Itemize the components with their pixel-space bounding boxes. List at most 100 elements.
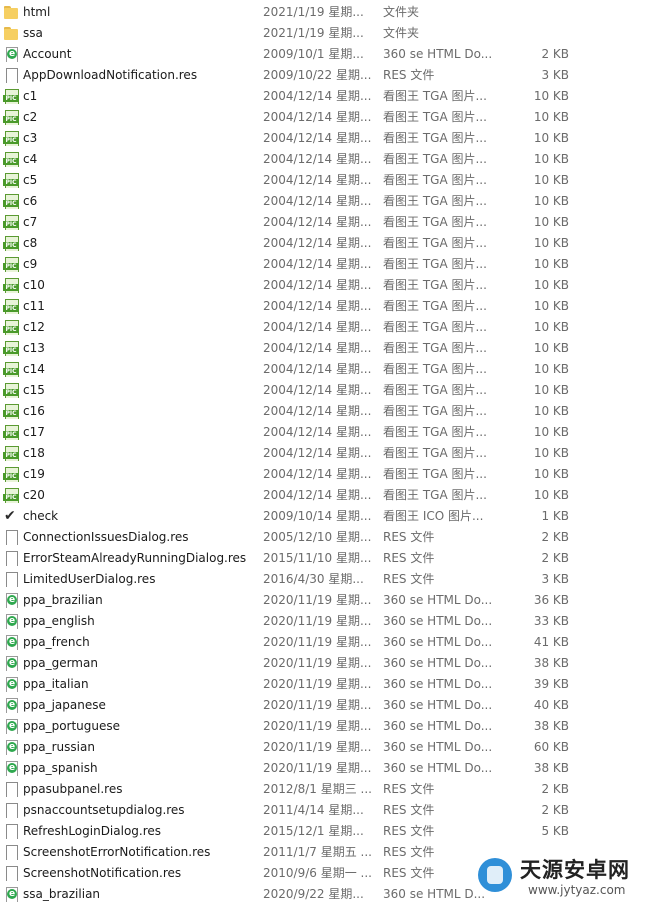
file-row[interactable]: ppa_italian 2020/11/19 星期... 360 se HTML D… bbox=[0, 674, 662, 695]
file-row[interactable]: ppa_spanish 2020/11/19 星期... 360 se HTML D… bbox=[0, 758, 662, 779]
file-name: ScreenshotErrorNotification.res bbox=[23, 845, 211, 859]
file-row[interactable]: c14 2004/12/14 星期... 看图王 TGA 图片... 10 KB bbox=[0, 359, 662, 380]
file-name: RefreshLoginDialog.res bbox=[23, 824, 162, 838]
file-size: 10 KB bbox=[533, 236, 569, 250]
file-row[interactable]: html 2021/1/19 星期... 文件夹 bbox=[0, 2, 662, 23]
file-row[interactable]: c13 2004/12/14 星期... 看图王 TGA 图片... 10 KB bbox=[0, 338, 662, 359]
file-name: ScreenshotNotification.res bbox=[23, 866, 182, 880]
file-type: RES 文件 bbox=[383, 803, 435, 817]
file-name: c19 bbox=[23, 467, 45, 481]
file-row[interactable]: c2 2004/12/14 星期... 看图王 TGA 图片... 10 KB bbox=[0, 107, 662, 128]
file-row[interactable]: c15 2004/12/14 星期... 看图王 TGA 图片... 10 KB bbox=[0, 380, 662, 401]
file-row[interactable]: ErrorSteamAlreadyRunningDialog.res 2015/1… bbox=[0, 548, 662, 569]
html-file-icon bbox=[3, 698, 19, 713]
file-row[interactable]: ppa_brazilian 2020/11/19 星期... 360 se HTML… bbox=[0, 590, 662, 611]
tga-image-icon bbox=[3, 215, 19, 230]
file-row[interactable]: AppDownloadNotification.res 2009/10/22 星期… bbox=[0, 65, 662, 86]
tga-image-icon bbox=[3, 446, 19, 461]
file-name: ppa_french bbox=[23, 635, 90, 649]
tga-image-icon bbox=[3, 173, 19, 188]
file-row[interactable]: c7 2004/12/14 星期... 看图王 TGA 图片... 10 KB bbox=[0, 212, 662, 233]
file-name: ppa_english bbox=[23, 614, 95, 628]
file-date: 2004/12/14 星期... bbox=[263, 467, 371, 481]
file-row[interactable]: c10 2004/12/14 星期... 看图王 TGA 图片... 10 KB bbox=[0, 275, 662, 296]
file-icon bbox=[3, 824, 19, 839]
file-size: 10 KB bbox=[533, 194, 569, 208]
file-row[interactable]: Account 2009/10/1 星期... 360 se HTML Do... 2… bbox=[0, 44, 662, 65]
file-row[interactable]: c17 2004/12/14 星期... 看图王 TGA 图片... 10 KB bbox=[0, 422, 662, 443]
file-date: 2004/12/14 星期... bbox=[263, 446, 371, 460]
file-type: RES 文件 bbox=[383, 782, 435, 796]
file-date: 2020/11/19 星期... bbox=[263, 677, 371, 691]
file-type: 看图王 TGA 图片... bbox=[383, 236, 487, 250]
file-type: 360 se HTML Do... bbox=[383, 761, 493, 775]
file-size: 10 KB bbox=[533, 341, 569, 355]
file-row[interactable]: c8 2004/12/14 星期... 看图王 TGA 图片... 10 KB bbox=[0, 233, 662, 254]
file-row[interactable]: check 2009/10/14 星期... 看图王 ICO 图片... 1 KB bbox=[0, 506, 662, 527]
file-row[interactable]: ppa_french 2020/11/19 星期... 360 se HTML Do… bbox=[0, 632, 662, 653]
file-row[interactable]: ppasubpanel.res 2012/8/1 星期三 ... RES 文件 2 K… bbox=[0, 779, 662, 800]
file-row[interactable]: c11 2004/12/14 星期... 看图王 TGA 图片... 10 KB bbox=[0, 296, 662, 317]
file-type: 看图王 TGA 图片... bbox=[383, 173, 487, 187]
file-row[interactable]: c18 2004/12/14 星期... 看图王 TGA 图片... 10 KB bbox=[0, 443, 662, 464]
file-row[interactable]: c16 2004/12/14 星期... 看图王 TGA 图片... 10 KB bbox=[0, 401, 662, 422]
file-row[interactable]: RefreshLoginDialog.res 2015/12/1 星期... RES… bbox=[0, 821, 662, 842]
file-size: 36 KB bbox=[533, 593, 569, 607]
html-file-icon bbox=[3, 719, 19, 734]
file-row[interactable]: psnaccountsetupdialog.res 2011/4/14 星期...… bbox=[0, 800, 662, 821]
file-name: ppa_japanese bbox=[23, 698, 106, 712]
file-row[interactable]: c19 2004/12/14 星期... 看图王 TGA 图片... 10 KB bbox=[0, 464, 662, 485]
tga-image-icon bbox=[3, 278, 19, 293]
file-row[interactable]: c5 2004/12/14 星期... 看图王 TGA 图片... 10 KB bbox=[0, 170, 662, 191]
file-row[interactable]: c6 2004/12/14 星期... 看图王 TGA 图片... 10 KB bbox=[0, 191, 662, 212]
file-row[interactable]: ppa_russian 2020/11/19 星期... 360 se HTML D… bbox=[0, 737, 662, 758]
file-size: 2 KB bbox=[541, 803, 569, 817]
file-type: 文件夹 bbox=[383, 26, 420, 40]
html-file-icon bbox=[3, 656, 19, 671]
file-date: 2004/12/14 星期... bbox=[263, 278, 371, 292]
file-date: 2004/12/14 星期... bbox=[263, 215, 371, 229]
file-row[interactable]: c12 2004/12/14 星期... 看图王 TGA 图片... 10 KB bbox=[0, 317, 662, 338]
file-size: 5 KB bbox=[541, 824, 569, 838]
file-name: c17 bbox=[23, 425, 45, 439]
file-icon bbox=[3, 68, 19, 83]
file-row[interactable]: c9 2004/12/14 星期... 看图王 TGA 图片... 10 KB bbox=[0, 254, 662, 275]
html-file-icon bbox=[3, 47, 19, 62]
file-size: 10 KB bbox=[533, 446, 569, 460]
file-row[interactable]: ppa_german 2020/11/19 星期... 360 se HTML Do… bbox=[0, 653, 662, 674]
file-name: Account bbox=[23, 47, 72, 61]
file-size: 10 KB bbox=[533, 257, 569, 271]
file-date: 2009/10/14 星期... bbox=[263, 509, 371, 523]
file-row[interactable]: ppa_japanese 2020/11/19 星期... 360 se HTML … bbox=[0, 695, 662, 716]
file-row[interactable]: c3 2004/12/14 星期... 看图王 TGA 图片... 10 KB bbox=[0, 128, 662, 149]
file-row[interactable]: c4 2004/12/14 星期... 看图王 TGA 图片... 10 KB bbox=[0, 149, 662, 170]
file-row[interactable]: ppa_portuguese 2020/11/19 星期... 360 se HTM… bbox=[0, 716, 662, 737]
file-name: check bbox=[23, 509, 59, 523]
file-type: 360 se HTML Do... bbox=[383, 635, 493, 649]
watermark-title: 天源安卓网 bbox=[520, 858, 630, 882]
file-date: 2009/10/1 星期... bbox=[263, 47, 364, 61]
file-name: c5 bbox=[23, 173, 38, 187]
file-name: c15 bbox=[23, 383, 45, 397]
file-row[interactable]: ppa_english 2020/11/19 星期... 360 se HTML D… bbox=[0, 611, 662, 632]
file-size: 10 KB bbox=[533, 467, 569, 481]
file-type: 360 se HTML Do... bbox=[383, 47, 493, 61]
file-type: 360 se HTML Do... bbox=[383, 698, 493, 712]
html-file-icon bbox=[3, 677, 19, 692]
file-row[interactable]: c1 2004/12/14 星期... 看图王 TGA 图片... 10 KB bbox=[0, 86, 662, 107]
file-type: 360 se HTML Do... bbox=[383, 614, 493, 628]
tga-image-icon bbox=[3, 236, 19, 251]
file-size: 60 KB bbox=[533, 740, 569, 754]
file-date: 2004/12/14 星期... bbox=[263, 110, 371, 124]
html-file-icon bbox=[3, 761, 19, 776]
file-name: ppa_italian bbox=[23, 677, 89, 691]
file-row[interactable]: ssa 2021/1/19 星期... 文件夹 bbox=[0, 23, 662, 44]
file-size: 10 KB bbox=[533, 404, 569, 418]
file-type: 360 se HTML Do... bbox=[383, 656, 493, 670]
file-size: 10 KB bbox=[533, 362, 569, 376]
file-row[interactable]: c20 2004/12/14 星期... 看图王 TGA 图片... 10 KB bbox=[0, 485, 662, 506]
file-row[interactable]: ConnectionIssuesDialog.res 2005/12/10 星期.… bbox=[0, 527, 662, 548]
file-date: 2004/12/14 星期... bbox=[263, 257, 371, 271]
file-row[interactable]: LimitedUserDialog.res 2016/4/30 星期... RES … bbox=[0, 569, 662, 590]
phone-logo-icon bbox=[478, 858, 512, 892]
